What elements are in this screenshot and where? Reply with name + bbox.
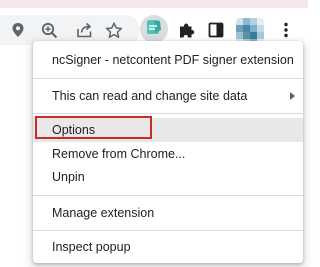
menu-separator: [33, 230, 303, 231]
menu-item-extension-title[interactable]: ncSigner - netcontent PDF signer extensi…: [33, 48, 303, 72]
menu-item-label: ncSigner - netcontent PDF signer extensi…: [52, 53, 294, 67]
location-icon[interactable]: [7, 19, 29, 41]
menu-item-label: Inspect popup: [52, 240, 131, 254]
share-icon[interactable]: [73, 19, 95, 41]
extension-context-menu: ncSigner - netcontent PDF signer extensi…: [33, 41, 303, 263]
menu-item-label: This can read and change site data: [52, 89, 248, 103]
tab-strip-edge: [0, 0, 308, 8]
menu-separator: [33, 113, 303, 114]
more-menu-icon[interactable]: [275, 19, 297, 41]
side-panel-icon[interactable]: [205, 19, 227, 41]
extensions-puzzle-icon[interactable]: [175, 19, 197, 41]
bookmark-star-icon[interactable]: [103, 19, 125, 41]
submenu-arrow-icon: [290, 92, 295, 100]
menu-item-label: Remove from Chrome...: [52, 147, 186, 161]
ncsigner-extension-button[interactable]: [140, 15, 168, 43]
menu-separator: [33, 78, 303, 79]
menu-item-unpin[interactable]: Unpin: [33, 165, 303, 189]
menu-item-inspect-popup[interactable]: Inspect popup: [33, 235, 303, 259]
menu-item-site-data[interactable]: This can read and change site data: [33, 84, 303, 108]
menu-item-label: Options: [52, 123, 96, 137]
menu-item-label: Manage extension: [52, 206, 155, 220]
menu-item-options[interactable]: Options: [33, 118, 303, 142]
menu-separator: [33, 195, 303, 196]
ncsigner-extension-icon: [145, 18, 163, 41]
zoom-icon[interactable]: [38, 19, 60, 41]
menu-item-manage-extension[interactable]: Manage extension: [33, 201, 303, 225]
menu-item-label: Unpin: [52, 170, 85, 184]
menu-item-remove-from-chrome[interactable]: Remove from Chrome...: [33, 142, 303, 166]
